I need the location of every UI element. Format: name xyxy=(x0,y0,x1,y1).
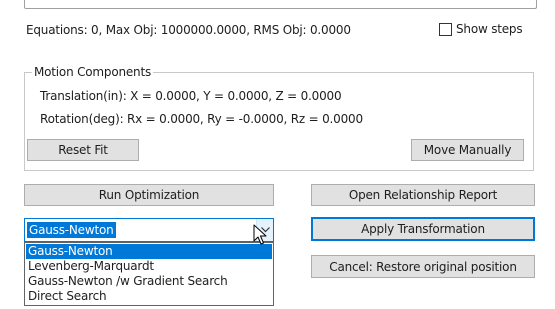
motion-components-title: Motion Components xyxy=(32,65,154,79)
mouse-pointer-icon xyxy=(253,224,267,249)
option-gauss-newton-gradient[interactable]: Gauss-Newton /w Gradient Search xyxy=(26,274,272,289)
reset-fit-button[interactable]: Reset Fit xyxy=(27,139,139,161)
option-direct-search[interactable]: Direct Search xyxy=(26,289,272,304)
option-levenberg-marquardt[interactable]: Levenberg-Marquardt xyxy=(26,259,272,274)
translation-readout: Translation(in): X = 0.0000, Y = 0.0000,… xyxy=(40,89,342,103)
top-panel-border xyxy=(24,0,537,9)
apply-transformation-button[interactable]: Apply Transformation xyxy=(311,217,535,241)
open-relationship-report-button[interactable]: Open Relationship Report xyxy=(311,184,535,206)
option-gauss-newton[interactable]: Gauss-Newton xyxy=(26,244,272,259)
checkbox-box[interactable] xyxy=(439,22,452,36)
rotation-readout: Rotation(deg): Rx = 0.0000, Ry = -0.0000… xyxy=(40,112,363,126)
show-steps-label: Show steps xyxy=(456,22,523,36)
cancel-restore-button[interactable]: Cancel: Restore original position xyxy=(311,255,535,278)
method-selected-value: Gauss-Newton xyxy=(27,222,116,238)
show-steps-checkbox[interactable]: Show steps xyxy=(439,22,523,36)
method-dropdown-list: Gauss-Newton Levenberg-Marquardt Gauss-N… xyxy=(24,242,274,306)
run-optimization-button[interactable]: Run Optimization xyxy=(24,184,274,206)
equations-status-text: Equations: 0, Max Obj: 1000000.0000, RMS… xyxy=(26,23,351,37)
move-manually-button[interactable]: Move Manually xyxy=(411,139,524,161)
method-combobox[interactable]: Gauss-Newton xyxy=(24,218,274,242)
